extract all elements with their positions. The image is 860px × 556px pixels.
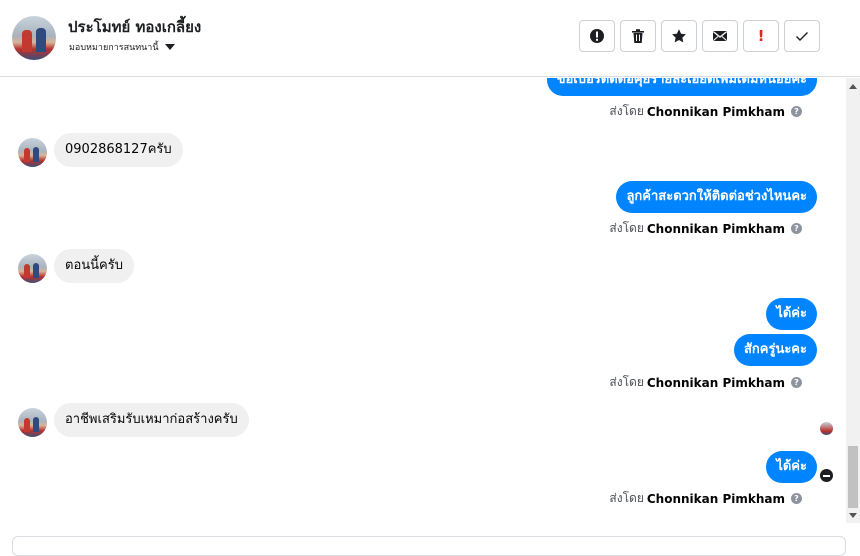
contact-avatar-small[interactable] (18, 408, 47, 437)
star-button[interactable] (661, 20, 697, 52)
sent-by-label: ส่งโดย Chonnikan Pimkham ? (609, 219, 802, 238)
help-icon[interactable]: ? (791, 377, 802, 388)
delete-button[interactable] (620, 20, 656, 52)
seen-avatar-icon (820, 422, 833, 435)
follow-up-button[interactable]: ! (743, 20, 779, 52)
message-composer[interactable] (12, 536, 846, 556)
sent-by-prefix: ส่งโดย (609, 375, 644, 389)
contact-avatar[interactable] (12, 16, 56, 60)
sent-by-prefix: ส่งโดย (609, 104, 644, 118)
incoming-message[interactable]: ตอนนี้ครับ (54, 249, 134, 283)
outgoing-message[interactable]: ได้ค่ะ (766, 298, 817, 330)
contact-avatar-small[interactable] (18, 138, 47, 167)
incoming-message[interactable]: อาชีพเสริมรับเหมาก่อสร้างครับ (54, 403, 249, 437)
mark-unread-button[interactable] (702, 20, 738, 52)
scroll-up-arrow-icon[interactable] (849, 84, 857, 89)
sent-by-prefix: ส่งโดย (609, 221, 644, 235)
alert-circle-icon (590, 29, 604, 43)
star-icon (672, 29, 686, 43)
conversation-toolbar: ! (579, 20, 820, 52)
mark-done-button[interactable] (784, 20, 820, 52)
outgoing-message[interactable]: ได้ค่ะ (766, 451, 817, 483)
sent-by-agent: Chonnikan Pimkham (646, 491, 785, 506)
assign-label: มอบหมายการสนทนานี้ (69, 43, 159, 53)
report-spam-button[interactable] (579, 20, 615, 52)
assign-conversation-dropdown[interactable]: มอบหมายการสนทนานี้ (69, 40, 175, 54)
check-icon (796, 32, 808, 41)
scrollbar-thumb[interactable] (848, 446, 858, 508)
incoming-message[interactable]: 0902868127ครับ (54, 133, 183, 167)
sent-by-label: ส่งโดย Chonnikan Pimkham ? (609, 489, 802, 508)
mail-icon (713, 31, 727, 41)
help-icon[interactable]: ? (791, 493, 802, 504)
message-thread[interactable]: ขอเบอร์ติดต่อคุยรายละเอียดเพิ่มเติมหน่อย… (0, 78, 846, 510)
contact-avatar-small[interactable] (18, 254, 47, 283)
caret-down-icon (164, 44, 175, 50)
help-icon[interactable]: ? (791, 223, 802, 234)
sent-by-agent: Chonnikan Pimkham (646, 221, 785, 236)
exclamation-icon: ! (757, 27, 765, 45)
contact-name[interactable]: ประโมทย์ ทองเกลี้ยง (68, 15, 201, 39)
outgoing-message[interactable]: ลูกค้าสะดวกให้ติดต่อช่วงไหนคะ (616, 181, 817, 213)
sent-by-prefix: ส่งโดย (609, 491, 644, 505)
sent-by-label: ส่งโดย Chonnikan Pimkham ? (609, 373, 802, 392)
trash-icon (632, 29, 644, 43)
minus-circle-icon[interactable] (820, 469, 833, 482)
conversation-header: ประโมทย์ ทองเกลี้ยง มอบหมายการสนทนานี้ ! (0, 0, 860, 77)
sent-by-label: ส่งโดย Chonnikan Pimkham ? (609, 102, 802, 121)
sent-by-agent: Chonnikan Pimkham (646, 375, 785, 390)
outgoing-message[interactable]: ขอเบอร์ติดต่อคุยรายละเอียดเพิ่มเติมหน่อย… (546, 78, 817, 96)
help-icon[interactable]: ? (791, 106, 802, 117)
scroll-down-arrow-icon[interactable] (849, 513, 857, 518)
sent-by-agent: Chonnikan Pimkham (646, 104, 785, 119)
outgoing-message[interactable]: สักครู่นะคะ (733, 334, 817, 366)
